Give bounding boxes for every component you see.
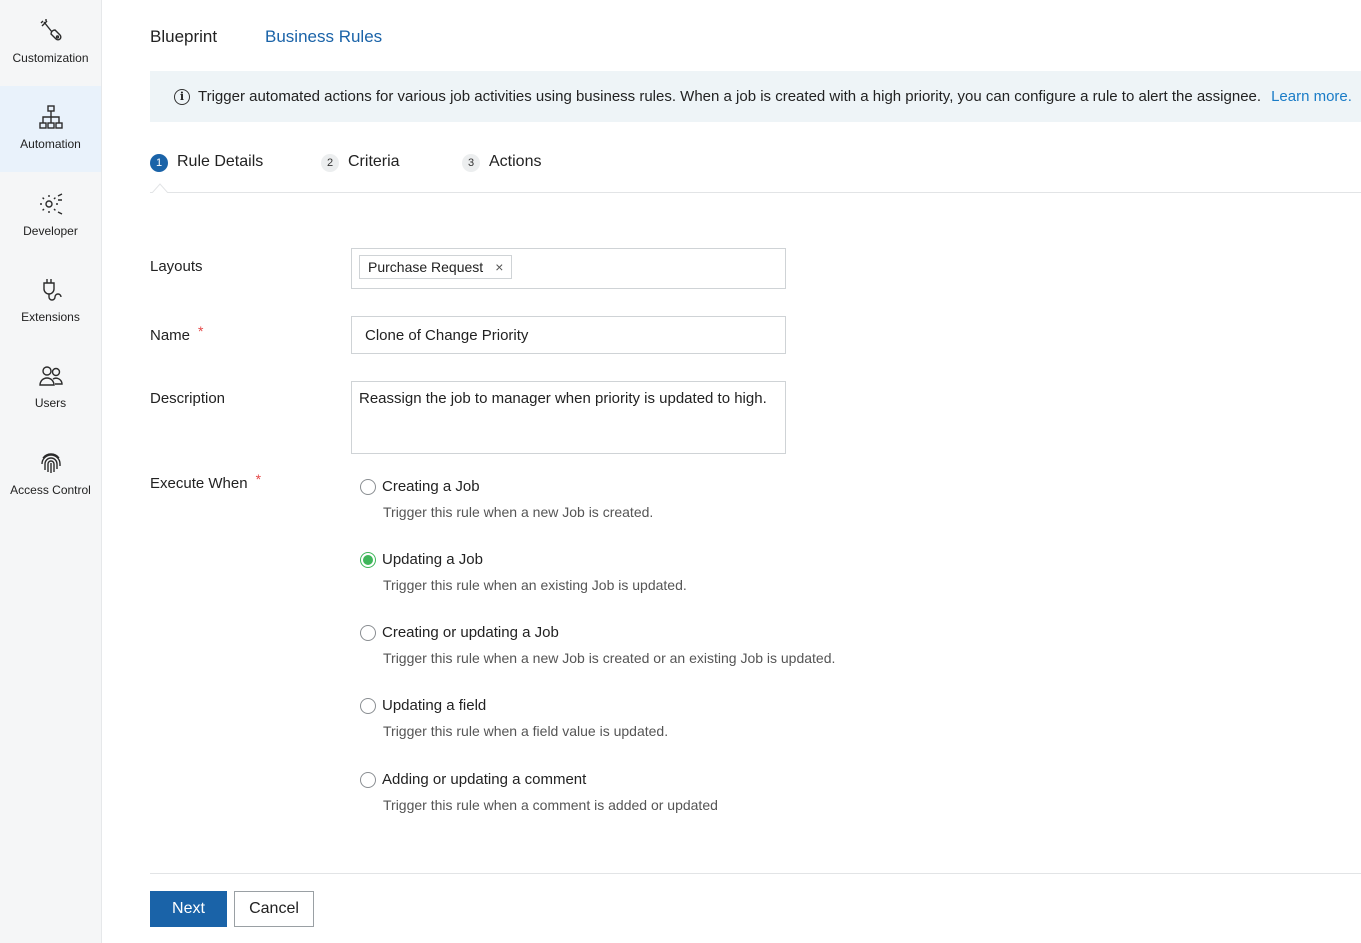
name-label-text: Name	[150, 327, 191, 344]
option-label: Creating a Job	[382, 478, 480, 495]
option-adding-or-updating-comment: Adding or updating a comment Trigger thi…	[360, 771, 718, 813]
tab-business-rules[interactable]: Business Rules	[265, 27, 382, 47]
active-step-caret	[152, 183, 168, 193]
option-updating-job: Updating a Job Trigger this rule when an…	[360, 551, 687, 593]
footer-divider	[150, 873, 1361, 874]
sidebar-item-label: Extensions	[21, 310, 80, 324]
description-label: Description	[150, 390, 226, 407]
step-label: Rule Details	[177, 153, 264, 170]
option-description: Trigger this rule when a field value is …	[383, 723, 669, 739]
step-actions[interactable]: 3 Actions	[462, 152, 541, 172]
option-updating-field: Updating a field Trigger this rule when …	[360, 697, 668, 739]
sidebar: Customization Automation Developer Exten…	[0, 0, 102, 943]
radio-option[interactable]: Creating a Job	[360, 478, 653, 495]
option-description: Trigger this rule when a comment is adde…	[383, 797, 718, 813]
step-number: 1	[150, 154, 168, 172]
step-label: Criteria	[348, 153, 400, 170]
layout-chip: Purchase Request ×	[359, 255, 513, 279]
layout-chip-label: Purchase Request	[368, 259, 484, 275]
option-label: Updating a Job	[382, 551, 483, 568]
step-label: Actions	[489, 153, 542, 170]
sidebar-item-label: Users	[34, 396, 67, 410]
info-banner: i Trigger automated actions for various …	[150, 71, 1361, 122]
sidebar-item-extensions[interactable]: Extensions	[0, 259, 101, 345]
required-asterisk: *	[198, 323, 204, 339]
radio-button[interactable]	[360, 697, 376, 714]
option-label: Updating a field	[382, 697, 487, 714]
execute-when-label-text: Execute When	[150, 475, 248, 492]
sidebar-item-label: Customization	[12, 51, 89, 65]
radio-button[interactable]	[360, 478, 376, 495]
cancel-button[interactable]: Cancel	[234, 891, 314, 927]
radio-button-selected[interactable]	[360, 551, 376, 568]
learn-more-link[interactable]: Learn more.	[1271, 88, 1352, 105]
radio-option[interactable]: Adding or updating a comment	[360, 771, 718, 788]
execute-when-label: Execute When *	[150, 471, 261, 492]
option-description: Trigger this rule when a new Job is crea…	[383, 504, 654, 520]
layouts-label: Layouts	[150, 258, 203, 275]
step-criteria[interactable]: 2 Criteria	[321, 152, 400, 172]
info-icon: i	[174, 88, 190, 105]
step-number: 2	[321, 154, 339, 172]
option-creating-job: Creating a Job Trigger this rule when a …	[360, 478, 653, 520]
sidebar-item-label: Developer	[23, 224, 78, 238]
radio-option[interactable]: Creating or updating a Job	[360, 624, 835, 641]
wand-wrench-icon	[40, 19, 62, 41]
layouts-multiselect[interactable]: Purchase Request ×	[351, 248, 786, 289]
option-description: Trigger this rule when an existing Job i…	[383, 577, 687, 593]
sidebar-item-access-control[interactable]: Access Control	[0, 432, 101, 518]
option-description: Trigger this rule when a new Job is crea…	[383, 650, 836, 666]
step-rule-details[interactable]: 1 Rule Details	[150, 152, 263, 172]
sidebar-item-label: Automation	[20, 137, 81, 151]
radio-option[interactable]: Updating a Job	[360, 551, 687, 568]
radio-option[interactable]: Updating a field	[360, 697, 668, 714]
option-label: Creating or updating a Job	[382, 624, 559, 641]
required-asterisk: *	[255, 471, 262, 487]
sidebar-item-users[interactable]: Users	[0, 345, 101, 431]
sidebar-item-automation[interactable]: Automation	[0, 86, 101, 172]
next-button[interactable]: Next	[150, 891, 227, 927]
option-label: Adding or updating a comment	[382, 771, 587, 788]
workflow-icon	[38, 105, 63, 129]
tab-blueprint[interactable]: Blueprint	[150, 27, 217, 47]
name-label: Name *	[150, 323, 203, 344]
radio-button[interactable]	[360, 771, 376, 788]
step-number: 3	[462, 154, 480, 172]
sidebar-item-customization[interactable]: Customization	[0, 0, 101, 86]
fingerprint-icon	[40, 453, 61, 473]
banner-text: Trigger automated actions for various jo…	[198, 88, 1262, 105]
description-textarea[interactable]: Reassign the job to manager when priorit…	[351, 381, 786, 454]
plug-icon	[42, 279, 62, 301]
chip-remove-icon[interactable]: ×	[495, 259, 503, 275]
sidebar-item-label: Access Control	[10, 483, 91, 497]
radio-button[interactable]	[360, 624, 376, 641]
option-creating-or-updating-job: Creating or updating a Job Trigger this …	[360, 624, 835, 666]
wizard-steps: 1 Rule Details 2 Criteria 3 Actions	[150, 150, 1361, 193]
users-icon	[38, 366, 63, 386]
code-gear-icon	[39, 193, 62, 215]
name-field[interactable]: Clone of Change Priority	[351, 316, 786, 354]
sidebar-item-developer[interactable]: Developer	[0, 173, 101, 259]
